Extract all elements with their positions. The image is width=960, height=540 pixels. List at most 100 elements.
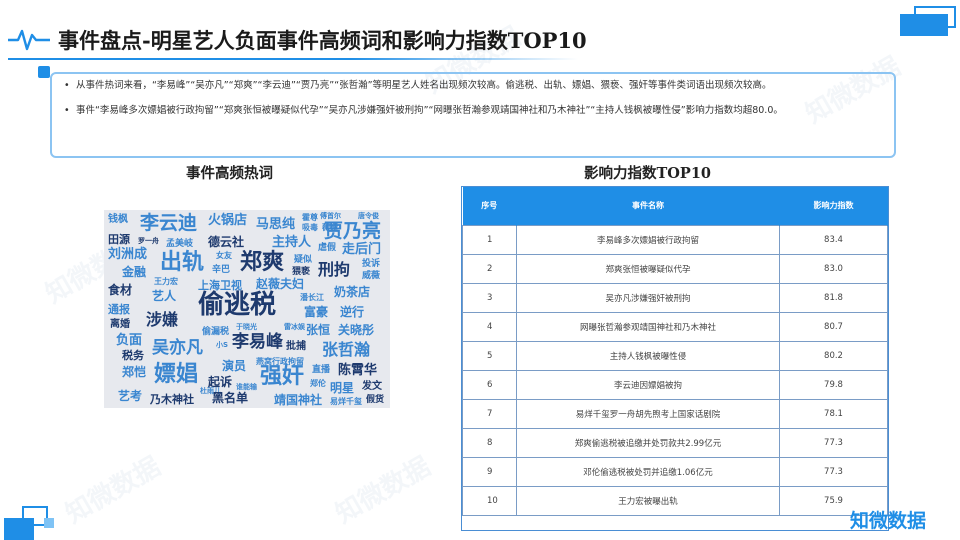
column-header: 事件名称 bbox=[516, 187, 780, 225]
wordcloud-word: 走后门 bbox=[342, 242, 382, 257]
corner-decoration-small-block bbox=[44, 518, 54, 528]
table-header-row: 序号 事件名称 影响力指数 bbox=[462, 187, 888, 225]
table-title: 影响力指数TOP10 bbox=[584, 165, 712, 182]
event-name-cell: 郑爽偷逃税被追缴并处罚款共2.99亿元 bbox=[516, 427, 780, 458]
influence-index-cell: 83.0 bbox=[779, 253, 888, 284]
wordcloud-word: 辛巴 bbox=[212, 265, 231, 275]
influence-index-cell: 83.4 bbox=[779, 224, 888, 255]
wordcloud-word: 靖国神社 bbox=[274, 393, 323, 407]
wordcloud-word: 李云迪 bbox=[140, 212, 198, 234]
event-name-cell: 郑爽张恒被曝疑似代孕 bbox=[516, 253, 780, 284]
wordcloud-word: 唐令俊 bbox=[358, 212, 379, 220]
event-name-cell: 王力宏被曝出轨 bbox=[516, 485, 780, 516]
wordcloud-word: 马思纯 bbox=[256, 217, 296, 232]
wordcloud-word: 嫖娼 bbox=[154, 362, 199, 387]
wordcloud-word: 李易峰 bbox=[232, 332, 283, 352]
wordcloud-word: 偷逃税 bbox=[198, 290, 277, 320]
rank-cell: 3 bbox=[462, 282, 517, 313]
column-header: 序号 bbox=[462, 187, 517, 225]
wordcloud-word: 疑似 bbox=[294, 255, 313, 265]
influence-index-cell: 77.3 bbox=[779, 456, 888, 487]
wordcloud-word: 郑爽 bbox=[240, 250, 285, 275]
wordcloud-word: 通报 bbox=[108, 303, 130, 316]
table-row: 10 王力宏被曝出轨 75.9 bbox=[462, 485, 888, 516]
influence-index-cell: 80.7 bbox=[779, 311, 888, 342]
table-row: 4 网曝张哲瀚参观靖国神社和乃木神社 80.7 bbox=[462, 311, 888, 342]
watermark: 知微数据 bbox=[330, 451, 436, 530]
wordcloud-word: 关晓彤 bbox=[338, 323, 375, 337]
wordcloud-word: 易烊千玺 bbox=[330, 397, 362, 406]
rank-cell: 10 bbox=[462, 485, 517, 516]
wordcloud-word: 投诉 bbox=[362, 259, 381, 269]
wordcloud-word: 假货 bbox=[366, 395, 385, 405]
rank-cell: 7 bbox=[462, 398, 517, 429]
page-title: 事件盘点-明星艺人负面事件高频词和影响力指数TOP10 bbox=[58, 28, 587, 53]
wordcloud-word: 艺考 bbox=[118, 389, 143, 403]
rank-cell: 1 bbox=[462, 224, 517, 255]
wordcloud-word: 于晓光 bbox=[236, 323, 257, 331]
wordcloud-title: 事件高频热词 bbox=[186, 165, 273, 182]
rank-cell: 2 bbox=[462, 253, 517, 284]
notes-marker bbox=[38, 66, 50, 78]
corner-decoration-block bbox=[4, 518, 34, 540]
event-name-cell: 邓伦偷逃税被处罚并追缴1.06亿元 bbox=[516, 456, 780, 487]
event-name-cell: 网曝张哲瀚参观靖国神社和乃木神社 bbox=[516, 311, 780, 342]
wordcloud-word: 小S bbox=[216, 341, 229, 349]
ranking-table: 序号 事件名称 影响力指数 1 李易峰多次嫖娼被行政拘留 83.4 2 郑爽张恒被曝疑… bbox=[461, 186, 889, 531]
wordcloud-word: 猥亵 bbox=[292, 267, 311, 277]
wordcloud-word: 逆行 bbox=[340, 305, 365, 319]
influence-index-cell: 78.1 bbox=[779, 398, 888, 429]
heartbeat-icon bbox=[8, 29, 50, 51]
wordcloud-word: 火锅店 bbox=[208, 213, 248, 228]
wordcloud-word: 傅首尔 bbox=[320, 212, 341, 220]
rank-cell: 8 bbox=[462, 427, 517, 458]
influence-index-cell: 77.3 bbox=[779, 427, 888, 458]
wordcloud-word: 负面 bbox=[116, 333, 143, 348]
brand-logo: 知微数据 bbox=[850, 510, 927, 532]
rank-cell: 6 bbox=[462, 369, 517, 400]
table-row: 2 郑爽张恒被曝疑似代孕 83.0 bbox=[462, 253, 888, 284]
rank-cell: 5 bbox=[462, 340, 517, 371]
wordcloud-word: 离婚 bbox=[110, 319, 130, 330]
rank-cell: 9 bbox=[462, 456, 517, 487]
wordcloud-word: 郑伦 bbox=[310, 379, 326, 388]
table-row: 9 邓伦偷逃税被处罚并追缴1.06亿元 77.3 bbox=[462, 456, 888, 487]
wordcloud-word: 直播 bbox=[312, 365, 331, 375]
wordcloud-word: 孟美岐 bbox=[166, 239, 194, 249]
wordcloud-word: 刑拘 bbox=[318, 260, 351, 279]
wordcloud-word: 发文 bbox=[362, 381, 382, 392]
table-row: 8 郑爽偷逃税被追缴并处罚款共2.99亿元 77.3 bbox=[462, 427, 888, 458]
table-row: 1 李易峰多次嫖娼被行政拘留 83.4 bbox=[462, 224, 888, 255]
note-item: 事件“李易峰多次嫖娼被行政拘留”“郑爽张恒被曝疑似代孕”“吴亦凡涉嫌强奸被刑拘”… bbox=[64, 103, 884, 119]
wordcloud-word: 明星 bbox=[330, 381, 355, 395]
wordcloud-word: 钱枫 bbox=[108, 214, 128, 225]
event-name-cell: 主持人钱枫被曝性侵 bbox=[516, 340, 780, 371]
wordcloud-word: 税务 bbox=[122, 349, 144, 362]
wordcloud-word: 罗一舟 bbox=[138, 237, 159, 245]
event-name-cell: 李云迪因嫖娼被拘 bbox=[516, 369, 780, 400]
wordcloud-word: 食材 bbox=[108, 283, 133, 297]
wordcloud-word: 奶茶店 bbox=[334, 285, 371, 299]
page-header: 事件盘点-明星艺人负面事件高频词和影响力指数TOP10 bbox=[8, 22, 587, 58]
wordcloud-word: 金融 bbox=[122, 265, 147, 279]
wordcloud-word: 演员 bbox=[222, 359, 247, 373]
wordcloud-word: 霍尊 bbox=[302, 213, 318, 222]
wordcloud-word: 张哲瀚 bbox=[322, 340, 371, 359]
wordcloud-word: 郑恺 bbox=[122, 365, 147, 379]
wordcloud-word: 乃木神社 bbox=[150, 393, 194, 406]
influence-index-cell: 81.8 bbox=[779, 282, 888, 313]
wordcloud-word: 艺人 bbox=[152, 289, 177, 303]
wordcloud-word: 雷冰娱 bbox=[284, 323, 305, 331]
wordcloud-word: 张恒 bbox=[306, 323, 331, 337]
wordcloud-word: 田源 bbox=[108, 233, 130, 246]
title-underline bbox=[8, 58, 578, 60]
wordcloud-word: 吸毒 bbox=[302, 223, 318, 232]
wordcloud-word: 批捕 bbox=[286, 341, 306, 352]
wordcloud-word: 谁能输 bbox=[236, 383, 257, 391]
wordcloud-word: 强奸 bbox=[260, 364, 305, 389]
wordcloud-word: 吴亦凡 bbox=[152, 338, 203, 358]
wordcloud: 钱枫 李云迪 火锅店 马思纯 霍尊 吸毒 傅首尔 薇娅 唐令俊 贾乃亮 田源 德… bbox=[104, 210, 390, 408]
wordcloud-word: 偷漏税 bbox=[202, 327, 230, 337]
table-row: 3 吴亦凡涉嫌强奸被刑拘 81.8 bbox=[462, 282, 888, 313]
wordcloud-word: 主持人 bbox=[272, 235, 312, 250]
